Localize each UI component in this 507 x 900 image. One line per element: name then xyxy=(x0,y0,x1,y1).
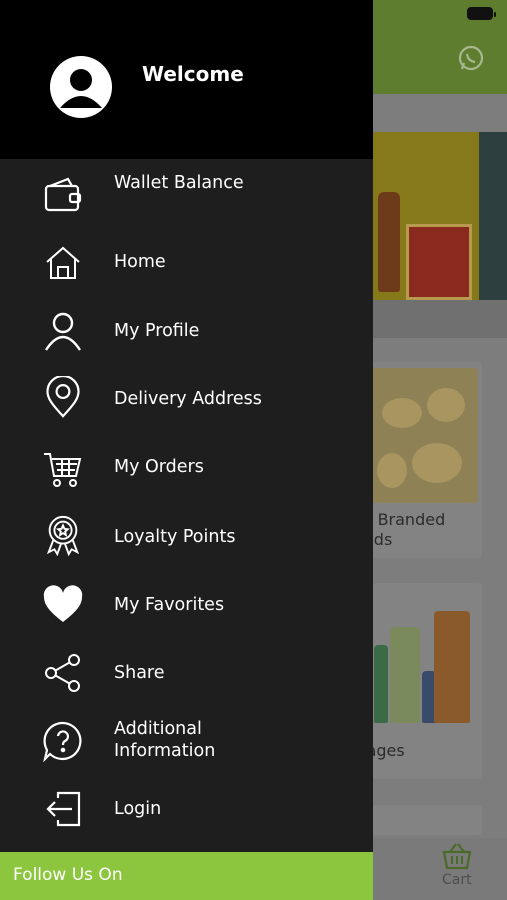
menu-label: Login xyxy=(114,799,162,819)
section-divider xyxy=(372,300,507,338)
drawer-header: Welcome xyxy=(0,0,373,159)
share-icon xyxy=(42,652,84,694)
menu-item-wallet-balance[interactable]: Wallet Balance xyxy=(0,168,373,228)
login-icon xyxy=(42,788,84,830)
welcome-text: Welcome xyxy=(142,62,244,86)
wallet-icon xyxy=(42,174,84,216)
promo-banner-next[interactable] xyxy=(479,132,507,300)
menu-label: Home xyxy=(114,252,166,272)
menu-label: Delivery Address xyxy=(114,389,262,409)
menu-item-my-profile[interactable]: My Profile xyxy=(0,310,373,370)
menu-item-additional-information[interactable]: Additional Information xyxy=(0,718,373,768)
menu-item-my-orders[interactable]: My Orders xyxy=(0,446,373,506)
user-icon xyxy=(42,310,84,352)
menu-item-my-favorites[interactable]: My Favorites xyxy=(0,582,373,642)
avatar[interactable] xyxy=(50,56,112,118)
menu-label: Loyalty Points xyxy=(114,527,236,547)
award-badge-icon xyxy=(42,514,84,557)
menu-label: My Orders xyxy=(114,457,204,477)
menu-item-home[interactable]: Home xyxy=(0,240,373,300)
follow-us-bar[interactable]: Follow Us On xyxy=(0,852,373,900)
menu-item-share[interactable]: Share xyxy=(0,650,373,710)
follow-us-label: Follow Us On xyxy=(13,865,123,885)
snacks-image xyxy=(372,368,478,503)
menu-label: My Favorites xyxy=(114,595,225,615)
question-bubble-icon xyxy=(42,720,84,763)
bottom-nav: ers Cart xyxy=(348,838,507,900)
oil-bottle-image xyxy=(378,192,400,292)
home-icon xyxy=(42,242,84,284)
basket-icon[interactable] xyxy=(442,842,472,870)
user-avatar-icon xyxy=(60,69,102,108)
menu-label: My Profile xyxy=(114,321,200,341)
menu-label: Wallet Balance xyxy=(114,173,244,193)
menu-item-loyalty-points[interactable]: Loyalty Points xyxy=(0,514,373,574)
navigation-drawer: Welcome Wallet Balance Home My Profile D… xyxy=(0,0,373,900)
beverages-image xyxy=(372,603,478,723)
location-pin-icon xyxy=(42,374,84,418)
heart-icon xyxy=(42,584,84,626)
menu-item-login[interactable]: Login xyxy=(0,788,373,848)
menu-label: Share xyxy=(114,663,165,683)
cart-icon xyxy=(42,448,84,490)
food-pack-image xyxy=(406,224,472,300)
category-card-snacks[interactable]: & Branded ods xyxy=(360,362,482,558)
category-card-partial[interactable] xyxy=(372,805,482,835)
menu-item-delivery-address[interactable]: Delivery Address xyxy=(0,374,373,436)
battery-icon xyxy=(467,7,496,20)
category-card-beverages[interactable]: rages xyxy=(360,583,482,779)
whatsapp-icon[interactable] xyxy=(457,44,485,72)
promo-banner[interactable] xyxy=(372,132,479,300)
menu-label: Additional Information xyxy=(114,719,216,761)
cart-tab-label[interactable]: Cart xyxy=(442,872,472,888)
